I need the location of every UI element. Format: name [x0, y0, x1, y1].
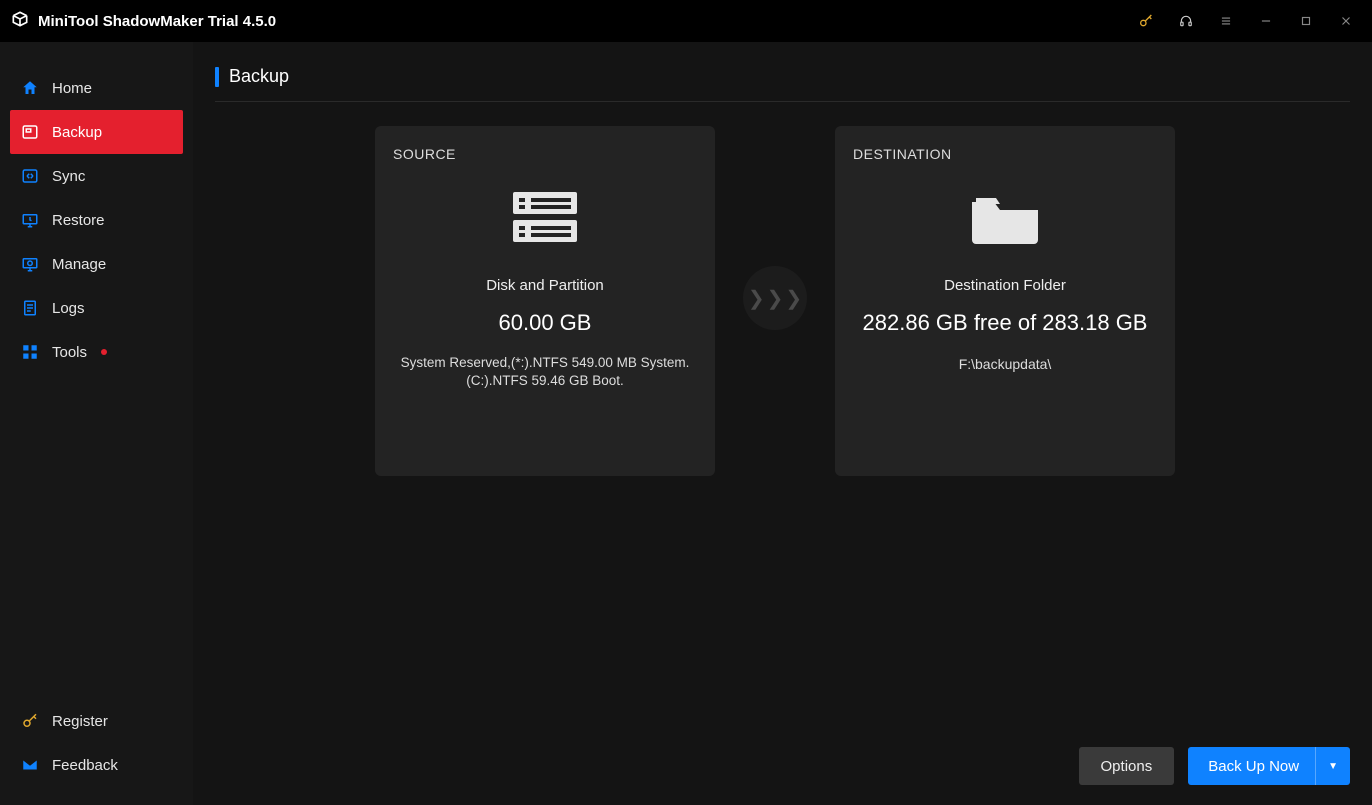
- home-icon: [20, 78, 40, 98]
- folder-icon: [966, 188, 1044, 253]
- chevron-right-icon: ❯: [767, 286, 784, 311]
- notification-dot: [101, 349, 107, 355]
- options-button[interactable]: Options: [1079, 747, 1175, 785]
- manage-icon: [20, 254, 40, 274]
- footer-buttons: Options Back Up Now ▼: [1079, 747, 1350, 785]
- close-button[interactable]: [1326, 0, 1366, 42]
- chevron-right-icon: ❯: [785, 286, 802, 311]
- sidebar-item-label: Backup: [52, 124, 102, 141]
- source-card[interactable]: SOURCE: [375, 126, 715, 476]
- source-size: 60.00 GB: [499, 310, 592, 336]
- sidebar-item-restore[interactable]: Restore: [10, 198, 183, 242]
- arrow-circle: ❯ ❯ ❯: [743, 266, 807, 330]
- backup-now-button[interactable]: Back Up Now ▼: [1188, 747, 1350, 785]
- titlebar-left: MiniTool ShadowMaker Trial 4.5.0: [10, 9, 276, 33]
- app-logo-icon: [10, 9, 30, 33]
- titlebar: MiniTool ShadowMaker Trial 4.5.0: [0, 0, 1372, 42]
- sidebar-item-feedback[interactable]: Feedback: [10, 743, 183, 787]
- sidebar-item-label: Home: [52, 80, 92, 97]
- key-icon: [20, 711, 40, 731]
- source-details: System Reserved,(*:).NTFS 549.00 MB Syst…: [393, 354, 697, 390]
- key-icon[interactable]: [1126, 0, 1166, 42]
- destination-path: F:\backupdata\: [959, 356, 1052, 372]
- backup-icon: [20, 122, 40, 142]
- source-heading: SOURCE: [393, 146, 456, 162]
- titlebar-right: [1126, 0, 1366, 42]
- page-header: Backup: [215, 66, 1350, 102]
- disk-icon: [509, 188, 581, 253]
- minimize-button[interactable]: [1246, 0, 1286, 42]
- sidebar-item-label: Register: [52, 713, 108, 730]
- sidebar-item-label: Feedback: [52, 757, 118, 774]
- source-label: Disk and Partition: [486, 277, 604, 294]
- sidebar-item-tools[interactable]: Tools: [10, 330, 183, 374]
- sidebar-item-register[interactable]: Register: [10, 699, 183, 743]
- maximize-button[interactable]: [1286, 0, 1326, 42]
- destination-heading: DESTINATION: [853, 146, 952, 162]
- mail-icon: [20, 755, 40, 775]
- tools-icon: [20, 342, 40, 362]
- sidebar-item-backup[interactable]: Backup: [10, 110, 183, 154]
- destination-card[interactable]: DESTINATION Destination Folder 282.86 GB…: [835, 126, 1175, 476]
- sidebar-item-label: Logs: [52, 300, 85, 317]
- sidebar-item-label: Manage: [52, 256, 106, 273]
- sidebar-item-label: Sync: [52, 168, 85, 185]
- backup-now-label: Back Up Now: [1208, 758, 1315, 775]
- sidebar: Home Backup Sync Restore Manage: [0, 42, 193, 805]
- menu-icon[interactable]: [1206, 0, 1246, 42]
- sync-icon: [20, 166, 40, 186]
- logs-icon: [20, 298, 40, 318]
- app-title: MiniTool ShadowMaker Trial 4.5.0: [38, 13, 276, 30]
- page-title: Backup: [229, 66, 289, 87]
- arrow-separator: ❯ ❯ ❯: [715, 126, 835, 330]
- destination-free: 282.86 GB free of 283.18 GB: [863, 310, 1148, 336]
- restore-icon: [20, 210, 40, 230]
- headset-icon[interactable]: [1166, 0, 1206, 42]
- chevron-right-icon: ❯: [748, 286, 765, 311]
- sidebar-item-manage[interactable]: Manage: [10, 242, 183, 286]
- header-accent-bar: [215, 67, 219, 87]
- sidebar-item-home[interactable]: Home: [10, 66, 183, 110]
- dropdown-caret-icon[interactable]: ▼: [1315, 747, 1350, 785]
- sidebar-item-sync[interactable]: Sync: [10, 154, 183, 198]
- sidebar-item-label: Restore: [52, 212, 105, 229]
- sidebar-item-label: Tools: [52, 344, 87, 361]
- sidebar-item-logs[interactable]: Logs: [10, 286, 183, 330]
- main-panel: Backup SOURCE: [193, 42, 1372, 805]
- options-button-label: Options: [1101, 758, 1153, 775]
- destination-label: Destination Folder: [944, 277, 1066, 294]
